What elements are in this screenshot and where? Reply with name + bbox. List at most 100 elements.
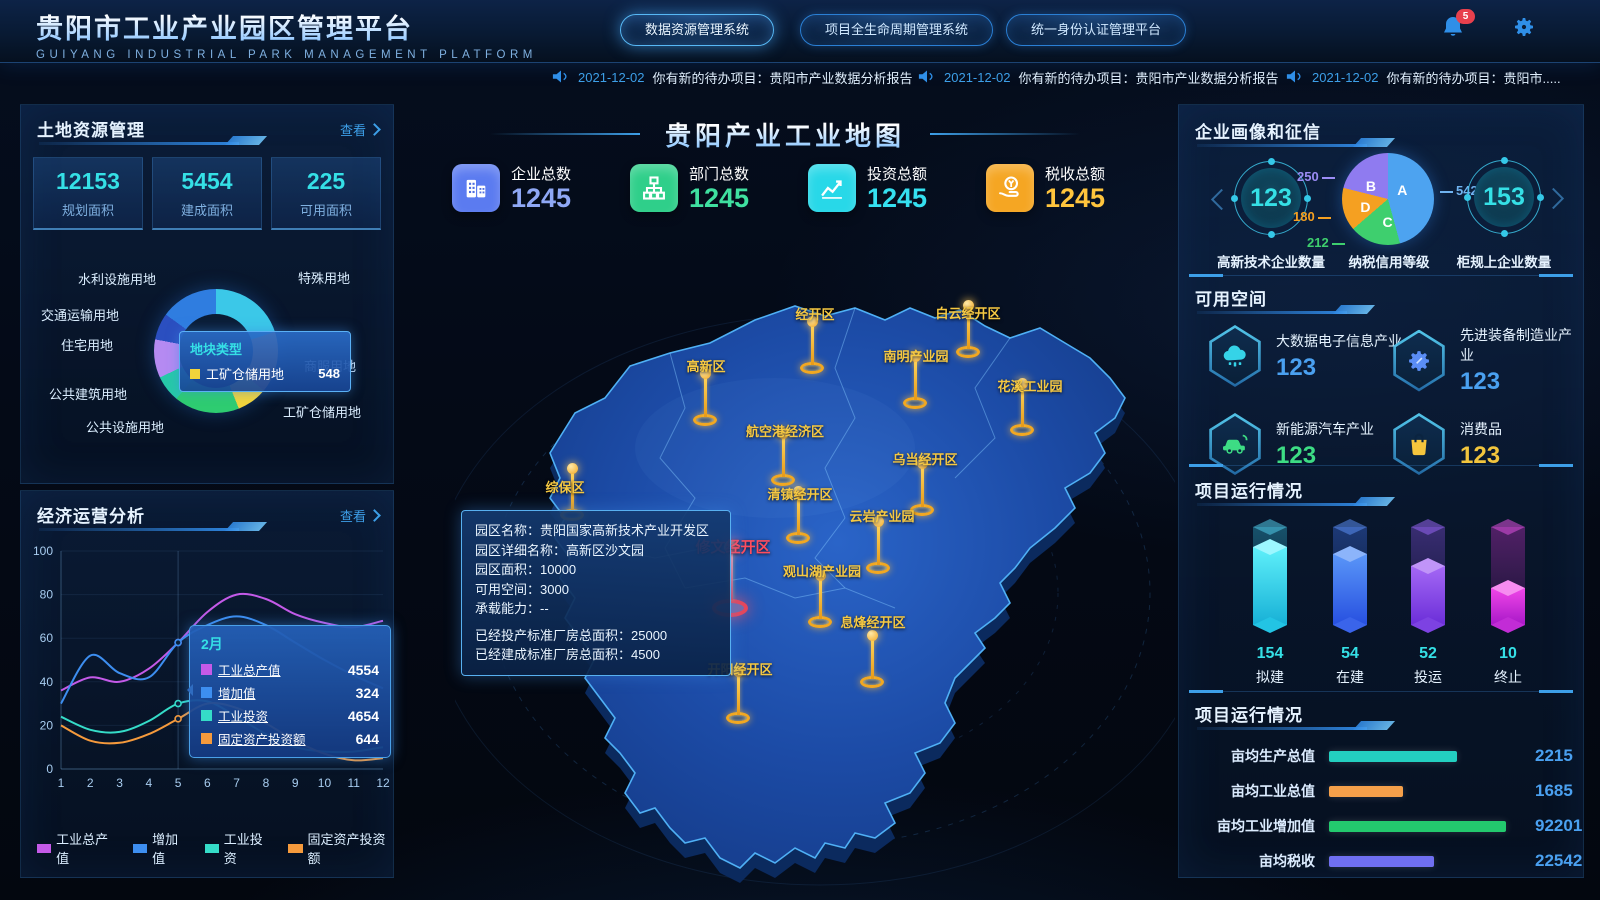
bar-value: 52: [1383, 645, 1473, 663]
legend-swatch: [37, 844, 51, 853]
section-divider: [1189, 691, 1573, 692]
profile-panel-title: 企业画像和征信: [1195, 118, 1321, 143]
stat-card-investment-total[interactable]: 投资总额 1245: [808, 163, 970, 212]
y-tick: 100: [33, 544, 53, 558]
map-pin-label[interactable]: 乌当经开区: [892, 449, 957, 468]
dashboard-root: 贵阳市工业产业园区管理平台 GUIYANG INDUSTRIAL PARK MA…: [0, 0, 1600, 900]
map-pin-label[interactable]: 经开区: [795, 304, 834, 323]
stat-card-planned-area[interactable]: 12153 规划面积: [33, 157, 143, 230]
x-tick: 7: [233, 776, 240, 790]
bar-terminated[interactable]: [1491, 517, 1525, 635]
tax-credit-pie-chart[interactable]: A B C D: [1342, 153, 1434, 245]
ticker-item[interactable]: 2021-12-02 你有新的待办项目：贵阳市产业数据分析报告: [552, 68, 913, 87]
stat-card-available-area[interactable]: 225 可用面积: [271, 157, 381, 230]
avg-row-tax[interactable]: 亩均税收 22542: [1193, 851, 1567, 871]
top-header: 贵阳市工业产业园区管理平台 GUIYANG INDUSTRIAL PARK MA…: [0, 0, 1600, 63]
tax-credit-label: 纳税信用等级: [1349, 251, 1430, 271]
speaker-icon: [552, 69, 570, 87]
notification-bell-button[interactable]: 5: [1441, 15, 1467, 41]
avg-row-industry-total[interactable]: 亩均工业总值 1685: [1193, 781, 1567, 801]
map-pin-label[interactable]: 息烽经开区: [840, 612, 905, 631]
series-swatch: [201, 710, 212, 721]
pin-head: [867, 630, 878, 641]
ticker-date: 2021-12-02: [944, 70, 1011, 85]
legend-item[interactable]: 工业总产值: [37, 829, 117, 867]
hbar: [1329, 821, 1506, 832]
bar-category: 拟建: [1225, 667, 1315, 687]
bar-value: 10: [1463, 645, 1553, 663]
section-divider: [1189, 465, 1573, 466]
nav-button-identity-auth[interactable]: 统一身份认证管理平台: [1006, 14, 1186, 46]
y-tick: 60: [40, 631, 54, 645]
money-hand-icon: [986, 164, 1034, 212]
map-pin-label[interactable]: 高新区: [686, 356, 725, 375]
brand: 贵阳市工业产业园区管理平台 GUIYANG INDUSTRIAL PARK MA…: [36, 7, 537, 61]
economy-panel-title: 经济运营分析: [37, 502, 145, 527]
x-tick: 3: [116, 776, 123, 790]
pin-stick: [737, 674, 740, 715]
economy-chart-tooltip: 2月 工业总产值4554 增加值324 工业投资4654 固定资产投资额644: [189, 625, 391, 758]
notification-count-badge: 5: [1456, 9, 1475, 24]
stat-card-tax-total[interactable]: 税收总额 1245: [986, 163, 1148, 212]
pie-callout-b: 250: [1297, 169, 1338, 184]
trend-chart-icon: [808, 164, 856, 212]
map-pin-label[interactable]: 清镇经开区: [767, 484, 832, 503]
map-pin-label[interactable]: 南明产业园: [883, 346, 948, 365]
data-point: [175, 716, 181, 722]
land-panel-title: 土地资源管理: [37, 116, 145, 141]
map-pin-label[interactable]: 航空港经济区: [746, 421, 824, 440]
avg-row-industry-added[interactable]: 亩均工业增加值 92201: [1193, 816, 1567, 836]
bar-in-operation[interactable]: [1411, 517, 1445, 635]
ticker-text: 你有新的待办项目：贵阳市产业数据分析报告: [1019, 68, 1279, 87]
above-scale-count-gauge[interactable]: 153: [1467, 160, 1541, 234]
app-subtitle: GUIYANG INDUSTRIAL PARK MANAGEMENT PLATF…: [36, 49, 537, 61]
pie-callout-c: 212: [1307, 235, 1348, 250]
bar-category: 在建: [1305, 667, 1395, 687]
space-panel-title: 可用空间: [1195, 285, 1267, 310]
space-item-equipment[interactable]: 先进装备制造业产业 123: [1391, 325, 1583, 396]
space-item-bigdata[interactable]: 大数据电子信息产业 123: [1207, 325, 1402, 387]
map-pin-label[interactable]: 综保区: [545, 477, 584, 496]
bar-value: 54: [1305, 645, 1395, 663]
y-tick: 20: [40, 718, 54, 732]
ticker-text: 你有新的待办项目：贵阳市.....: [1387, 68, 1561, 87]
legend-swatch: [205, 844, 219, 853]
land-view-more-link[interactable]: 查看: [340, 120, 379, 139]
map-pin-label[interactable]: 花溪工业园: [997, 376, 1062, 395]
map-pin-label[interactable]: 观山湖产业园: [783, 561, 861, 580]
bar-under-construction[interactable]: [1333, 517, 1367, 635]
series-swatch: [201, 687, 212, 698]
ticker-item[interactable]: 2021-12-02 你有新的待办项目：贵阳市产业数据分析报告: [918, 68, 1279, 87]
x-tick: 1: [58, 776, 65, 790]
map-pin-label[interactable]: 白云经开区: [935, 303, 1000, 322]
x-tick: 10: [318, 776, 332, 790]
economy-view-more-link[interactable]: 查看: [340, 506, 379, 525]
nav-button-project-lifecycle[interactable]: 项目全生命周期管理系统: [800, 14, 993, 46]
stat-card-enterprise-total[interactable]: 企业总数 1245: [452, 163, 614, 212]
map-park-tooltip: 园区名称：贵阳国家高新技术产业开发区 园区详细名称：高新区沙文园 园区面积：10…: [461, 510, 731, 676]
settings-button[interactable]: [1512, 15, 1538, 41]
bar-planned[interactable]: [1253, 517, 1287, 635]
donut-label: 交通运输用地: [41, 305, 119, 324]
guiyang-industry-map[interactable]: 经开区 白云经开区高新区 南明产业园花溪工业园航空港经济区乌当经开区综保区 清镇经开区…: [455, 248, 1175, 893]
legend-item[interactable]: 工业投资: [205, 829, 273, 867]
avg-row-gdp[interactable]: 亩均生产总值 2215: [1193, 746, 1567, 766]
legend-item[interactable]: 增加值: [133, 829, 189, 867]
legend-item[interactable]: 固定资产投资额: [288, 829, 393, 867]
donut-label: 水利设施用地: [78, 269, 156, 288]
ticker-item[interactable]: 2021-12-02 你有新的待办项目：贵阳市.....: [1286, 68, 1561, 87]
hbar: [1329, 856, 1434, 867]
economy-analysis-panel: 经济运营分析 查看 020406080100123456789101112 2月…: [20, 490, 394, 878]
map-title: 贵阳产业工业地图: [455, 116, 1115, 153]
yellow-swatch: [190, 369, 200, 379]
x-tick: 6: [204, 776, 211, 790]
pin-head: [567, 463, 578, 474]
nav-button-data-resource[interactable]: 数据资源管理系统: [620, 14, 774, 46]
stat-card-built-area[interactable]: 5454 建成面积: [152, 157, 262, 230]
y-tick: 40: [40, 675, 54, 689]
map-pin-label[interactable]: 云岩产业园: [849, 506, 914, 525]
bar-value: 154: [1225, 645, 1315, 663]
gear-icon: [1512, 26, 1536, 43]
speaker-icon: [918, 69, 936, 87]
stat-card-department-total[interactable]: 部门总数 1245: [630, 163, 792, 212]
